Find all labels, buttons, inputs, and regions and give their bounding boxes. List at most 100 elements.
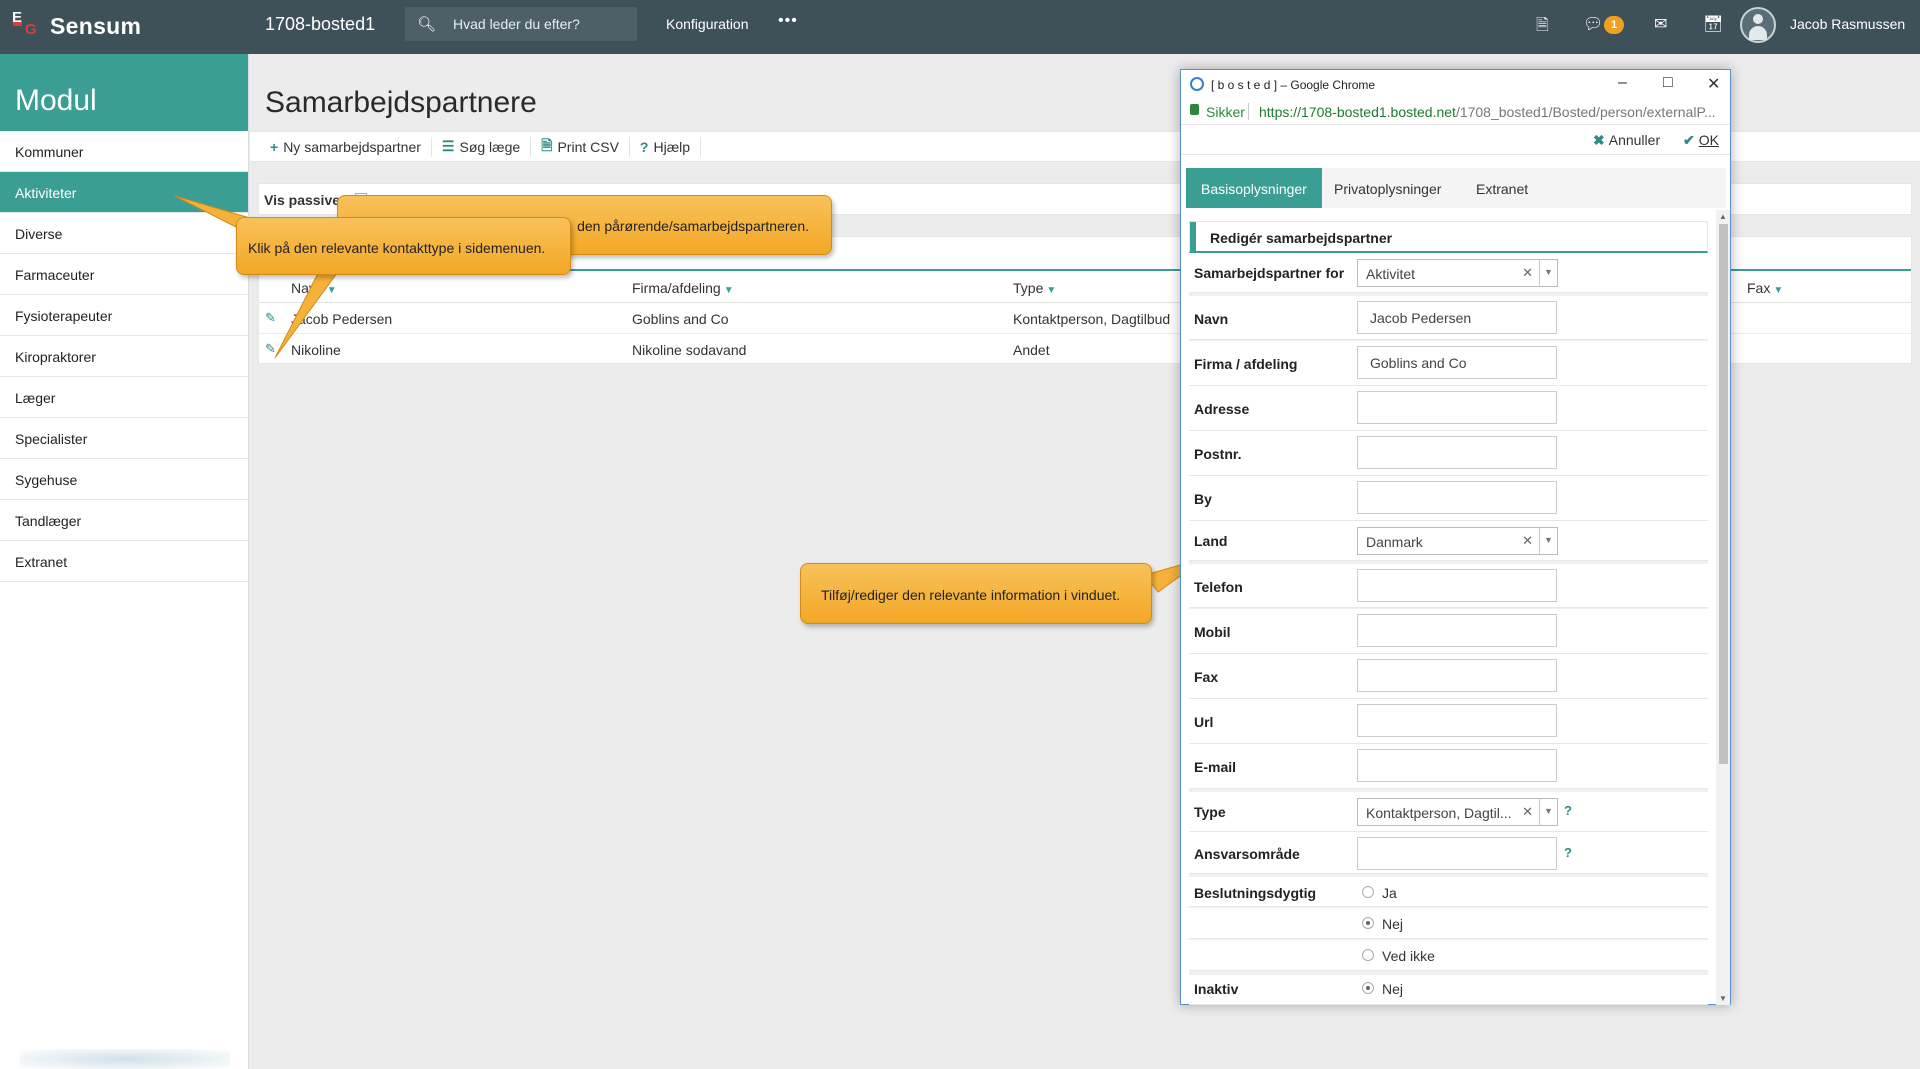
label-partner-for: Samarbejdspartner for [1194,265,1345,281]
check-icon: ✔ [1683,132,1695,148]
label-url: Url [1194,714,1214,730]
fax-input[interactable] [1357,659,1557,692]
radio-nej[interactable] [1362,917,1374,929]
radio-ja[interactable] [1362,886,1374,898]
row-beslutning: Beslutningsdygtig Ja [1189,877,1708,907]
tour-callout-sidemenu-text: Klik på den relevante kontakttype i side… [248,240,546,256]
label-firma: Firma / afdeling [1194,356,1298,372]
tab-extranet[interactable]: Extranet [1461,168,1543,208]
tour-callout-window-text: Tilføj/rediger den relevante information… [821,587,1121,603]
url-text[interactable]: https://1708-bosted1.bosted.net/1708_bos… [1259,104,1724,120]
partner-for-select[interactable]: Aktivitet ✕ ▼ [1357,259,1558,287]
row-beslutning-nej: Nej [1189,908,1708,939]
maximize-icon[interactable]: □ [1663,74,1673,92]
postnr-input[interactable] [1357,436,1557,469]
label-telefon: Telefon [1194,579,1243,595]
radio-ja-label: Ja [1382,885,1397,901]
adresse-input[interactable] [1357,391,1557,424]
label-email: E-mail [1194,759,1237,775]
scroll-up-icon[interactable]: ▲ [1719,212,1727,221]
row-by: By [1189,476,1708,521]
email-input[interactable] [1357,749,1557,782]
chevron-down-icon[interactable]: ▼ [1539,260,1557,286]
mobil-input[interactable] [1357,614,1557,647]
label-beslutning: Beslutningsdygtig [1194,885,1317,901]
radio-inaktiv-nej[interactable] [1362,982,1374,994]
tab-privatoplysninger[interactable]: Privatoplysninger [1319,168,1456,208]
row-beslutning-vedikke: Ved ikke [1189,940,1708,971]
clear-icon[interactable]: ✕ [1522,533,1533,549]
chrome-popup-window: [ b o s t e d ] – Google Chrome – □ ✕ Si… [1180,69,1731,1005]
row-ansvar: Ansvarsområde ? [1189,832,1708,874]
row-mobil: Mobil [1189,609,1708,654]
tour-callout-partial-text: den pårørende/samarbejdspartneren. [577,218,809,234]
edit-form: Samarbejdspartner for Aktivitet ✕ ▼ Navn… [1189,253,1708,1005]
popup-tabs: Basisoplysninger Privatoplysninger Extra… [1186,168,1726,208]
popup-action-bar: ✖ Annuller ✔ OK [1181,125,1730,155]
bosted-app-icon [1190,77,1204,91]
ok-button[interactable]: ✔ OK [1683,132,1719,149]
type-help-icon[interactable]: ? [1564,803,1572,818]
radio-ved-ikke[interactable] [1362,949,1374,961]
clear-icon[interactable]: ✕ [1522,265,1533,281]
radio-ved-ikke-label: Ved ikke [1382,948,1435,964]
clear-icon[interactable]: ✕ [1522,804,1533,820]
row-adresse: Adresse [1189,386,1708,431]
chevron-down-icon[interactable]: ▼ [1539,528,1557,554]
type-select[interactable]: Kontaktperson, Dagtil... ✕ ▼ [1357,798,1558,826]
label-inaktiv: Inaktiv [1194,981,1239,997]
url-input[interactable] [1357,704,1557,737]
row-fax: Fax [1189,654,1708,699]
label-adresse: Adresse [1194,401,1250,417]
close-icon[interactable]: ✕ [1707,74,1720,94]
label-postnr: Postnr. [1194,446,1242,462]
row-navn: Navn Jacob Pedersen [1189,296,1708,340]
secure-label: Sikker [1206,104,1245,120]
chevron-down-icon[interactable]: ▼ [1539,799,1557,825]
scrollbar-thumb[interactable] [1719,224,1728,764]
partner-for-value: Aktivitet [1366,266,1416,282]
row-type: Type Kontaktperson, Dagtil... ✕ ▼ ? [1189,792,1708,832]
navn-input[interactable]: Jacob Pedersen [1357,301,1557,334]
land-value: Danmark [1366,534,1423,550]
label-by: By [1194,491,1212,507]
row-postnr: Postnr. [1189,431,1708,476]
cancel-x-icon: ✖ [1593,132,1605,148]
radio-inaktiv-nej-label: Nej [1382,981,1404,997]
label-mobil: Mobil [1194,624,1231,640]
divider [1248,103,1249,120]
row-telefon: Telefon [1189,564,1708,608]
label-fax: Fax [1194,669,1219,685]
land-select[interactable]: Danmark ✕ ▼ [1357,527,1558,555]
form-title: Redigér samarbejdspartner [1210,230,1393,246]
tour-callout-sidemenu: Klik på den relevante kontakttype i side… [236,217,571,275]
radio-nej-label: Nej [1382,916,1404,932]
lock-icon [1190,104,1199,115]
row-firma: Firma / afdeling Goblins and Co [1189,341,1708,386]
label-navn: Navn [1194,311,1229,327]
row-land: Land Danmark ✕ ▼ [1189,521,1708,561]
label-ansvar: Ansvarsområde [1194,846,1300,862]
firma-input[interactable]: Goblins and Co [1357,346,1557,379]
tour-callout-window: Tilføj/rediger den relevante information… [800,563,1152,624]
address-bar[interactable]: Sikker https://1708-bosted1.bosted.net/1… [1181,98,1730,125]
cancel-button[interactable]: ✖ Annuller [1593,132,1660,149]
window-title: [ b o s t e d ] – Google Chrome [1211,78,1376,92]
row-inaktiv: Inaktiv Nej [1189,975,1708,1005]
popup-scrollbar[interactable]: ▲ ▼ [1716,210,1730,1005]
row-email: E-mail [1189,744,1708,789]
ansvar-input[interactable] [1357,837,1557,870]
row-url: Url [1189,699,1708,744]
type-value: Kontaktperson, Dagtil... [1366,805,1512,821]
telefon-input[interactable] [1357,569,1557,602]
row-partner-for: Samarbejdspartner for Aktivitet ✕ ▼ [1189,253,1708,293]
minimize-icon[interactable]: – [1618,74,1627,92]
label-land: Land [1194,533,1228,549]
label-type: Type [1194,804,1226,820]
ansvar-help-icon[interactable]: ? [1564,845,1572,860]
form-header: Redigér samarbejdspartner [1189,221,1708,253]
window-titlebar[interactable]: [ b o s t e d ] – Google Chrome – □ ✕ [1181,70,1730,98]
tab-basisoplysninger[interactable]: Basisoplysninger [1186,168,1322,208]
by-input[interactable] [1357,481,1557,514]
scroll-down-icon[interactable]: ▼ [1719,994,1727,1003]
